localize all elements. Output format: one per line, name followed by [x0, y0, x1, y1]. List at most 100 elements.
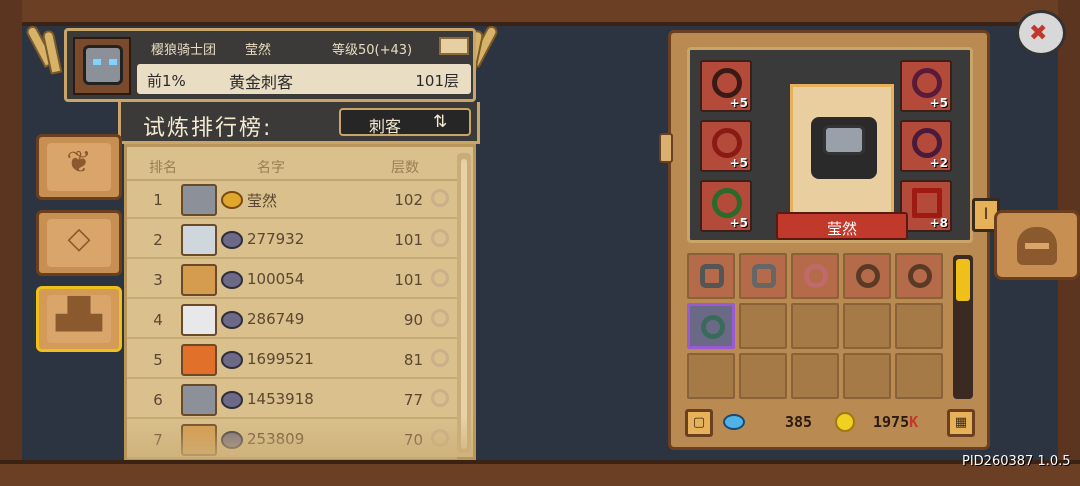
ranking-row[interactable]: 2 277932 101 [127, 221, 457, 259]
inventory-cell[interactable] [687, 253, 735, 299]
row-rank: 6 [153, 391, 163, 409]
gem-icon [723, 414, 745, 430]
guild-name: 樱狼骑士团 [151, 43, 217, 58]
row-name: 1699521 [247, 350, 314, 368]
row-avatar [181, 384, 217, 416]
inventory-cell[interactable] [843, 303, 891, 349]
inventory-cell[interactable] [843, 253, 891, 299]
row-floor: 77 [403, 391, 423, 409]
trial-leaderboard-title: 试炼排行榜: [143, 116, 273, 141]
inventory-cell[interactable] [791, 253, 839, 299]
ranking-row[interactable]: 4 286749 90 [127, 301, 457, 339]
row-rank: 3 [153, 271, 163, 289]
close-button[interactable]: ✖ [1016, 10, 1066, 56]
player-floor: 101层 [415, 72, 459, 90]
magnifier-icon[interactable] [431, 389, 449, 407]
inventory-cell[interactable] [791, 353, 839, 399]
book-icon[interactable] [439, 37, 469, 55]
ranking-row[interactable]: 1 莹然 102 [127, 181, 457, 219]
hero-portrait[interactable] [790, 84, 894, 224]
pid-version: PID260387 1.0.5 [962, 454, 1071, 469]
row-floor: 101 [394, 231, 423, 249]
row-avatar [181, 224, 217, 256]
col-rank: 排名 [149, 160, 177, 176]
inventory-scroll-thumb[interactable] [956, 259, 970, 301]
frame-left [0, 0, 22, 486]
row-floor: 81 [403, 351, 423, 369]
rank-badge-icon [221, 311, 243, 329]
row-avatar [181, 184, 217, 216]
player-level: 等级50(+43) [332, 43, 413, 58]
inventory-cell[interactable] [739, 353, 787, 399]
player-avatar[interactable] [73, 37, 131, 95]
row-name: 277932 [247, 230, 305, 248]
diamond-icon: ◇ [67, 221, 91, 256]
crown-badge-icon [221, 191, 243, 209]
row-floor: 90 [403, 311, 423, 329]
row-avatar [181, 344, 217, 376]
rank-badge-icon [221, 351, 243, 369]
magnifier-icon[interactable] [431, 189, 449, 207]
equipment-slots-area: +5 +5 +5 +5 +2 +8 莹然 I [687, 47, 1000, 243]
player-rank-bar: 前1% 黄金刺客 101层 [137, 64, 471, 94]
rank-badge-icon [221, 231, 243, 249]
ranking-row[interactable]: 6 1453918 77 [127, 381, 457, 419]
inventory-cell-selected[interactable] [687, 303, 735, 349]
inventory-cell[interactable] [895, 253, 943, 299]
slot-armor[interactable]: +5 [900, 60, 952, 112]
magnifier-icon[interactable] [431, 229, 449, 247]
class-select-button[interactable]: 刺客 ⇅ [339, 108, 471, 136]
ranking-row[interactable]: 5 1699521 81 [127, 341, 457, 379]
magnifier-icon[interactable] [431, 269, 449, 287]
leaf-icon: ❦ [66, 145, 92, 180]
col-floor: 层数 [391, 160, 419, 176]
player-title: 黄金刺客 [229, 73, 294, 92]
player-name: 莹然 [245, 43, 272, 58]
helmet-tab-button[interactable] [994, 210, 1080, 280]
list-fade [127, 417, 473, 457]
slot-ring[interactable]: +5 [700, 120, 752, 172]
row-rank: 2 [153, 231, 163, 249]
row-name: 286749 [247, 310, 305, 328]
equipment-panel: +5 +5 +5 +5 +2 +8 莹然 I ▢ 385 1975K ▦ [659, 30, 1000, 450]
gold-coin-icon [835, 412, 855, 432]
magnifier-icon[interactable] [431, 349, 449, 367]
inventory-cell[interactable] [739, 303, 787, 349]
slot-boots[interactable]: +5 [700, 180, 752, 232]
frame-top [0, 0, 1080, 26]
row-rank: 5 [153, 351, 163, 369]
row-name: 100054 [247, 270, 305, 288]
slot-chest[interactable]: +2 [900, 120, 952, 172]
ranking-scroll-thumb[interactable] [461, 159, 467, 449]
row-name: 1453918 [247, 390, 314, 408]
close-icon: ✖ [1029, 21, 1048, 46]
panel-toggle-handle[interactable] [659, 133, 673, 163]
row-avatar [181, 264, 217, 296]
row-name: 莹然 [247, 192, 278, 210]
rank-badge-icon [221, 271, 243, 289]
grid-icon[interactable]: ▦ [947, 409, 975, 437]
switch-icon: ⇅ [433, 112, 448, 132]
rank-badge-icon [221, 391, 243, 409]
row-avatar [181, 304, 217, 336]
inventory-cell[interactable] [895, 303, 943, 349]
magnifier-icon[interactable] [431, 309, 449, 327]
row-floor: 102 [394, 191, 423, 209]
slot-helmet[interactable]: +5 [700, 60, 752, 112]
inventory-cell[interactable] [791, 303, 839, 349]
lock-icon[interactable]: ▢ [685, 409, 713, 437]
ranking-row[interactable]: 3 100054 101 [127, 261, 457, 299]
diamond-tab-button[interactable]: ◇ [36, 210, 122, 276]
frame-bottom [0, 460, 1080, 486]
gold-count: 1975K [873, 413, 919, 431]
gem-count: 385 [785, 413, 813, 431]
inventory-cell[interactable] [843, 353, 891, 399]
currency-bar: ▢ 385 1975K ▦ [685, 409, 979, 439]
inventory-cell[interactable] [687, 353, 735, 399]
leaf-tab-button[interactable]: ❦ [36, 134, 122, 200]
podium-tab-button[interactable]: ▟▙ [36, 286, 122, 352]
hero-nameplate: 莹然 [776, 212, 908, 240]
inventory-cell[interactable] [895, 353, 943, 399]
inventory-cell[interactable] [739, 253, 787, 299]
col-name: 名字 [257, 160, 285, 176]
